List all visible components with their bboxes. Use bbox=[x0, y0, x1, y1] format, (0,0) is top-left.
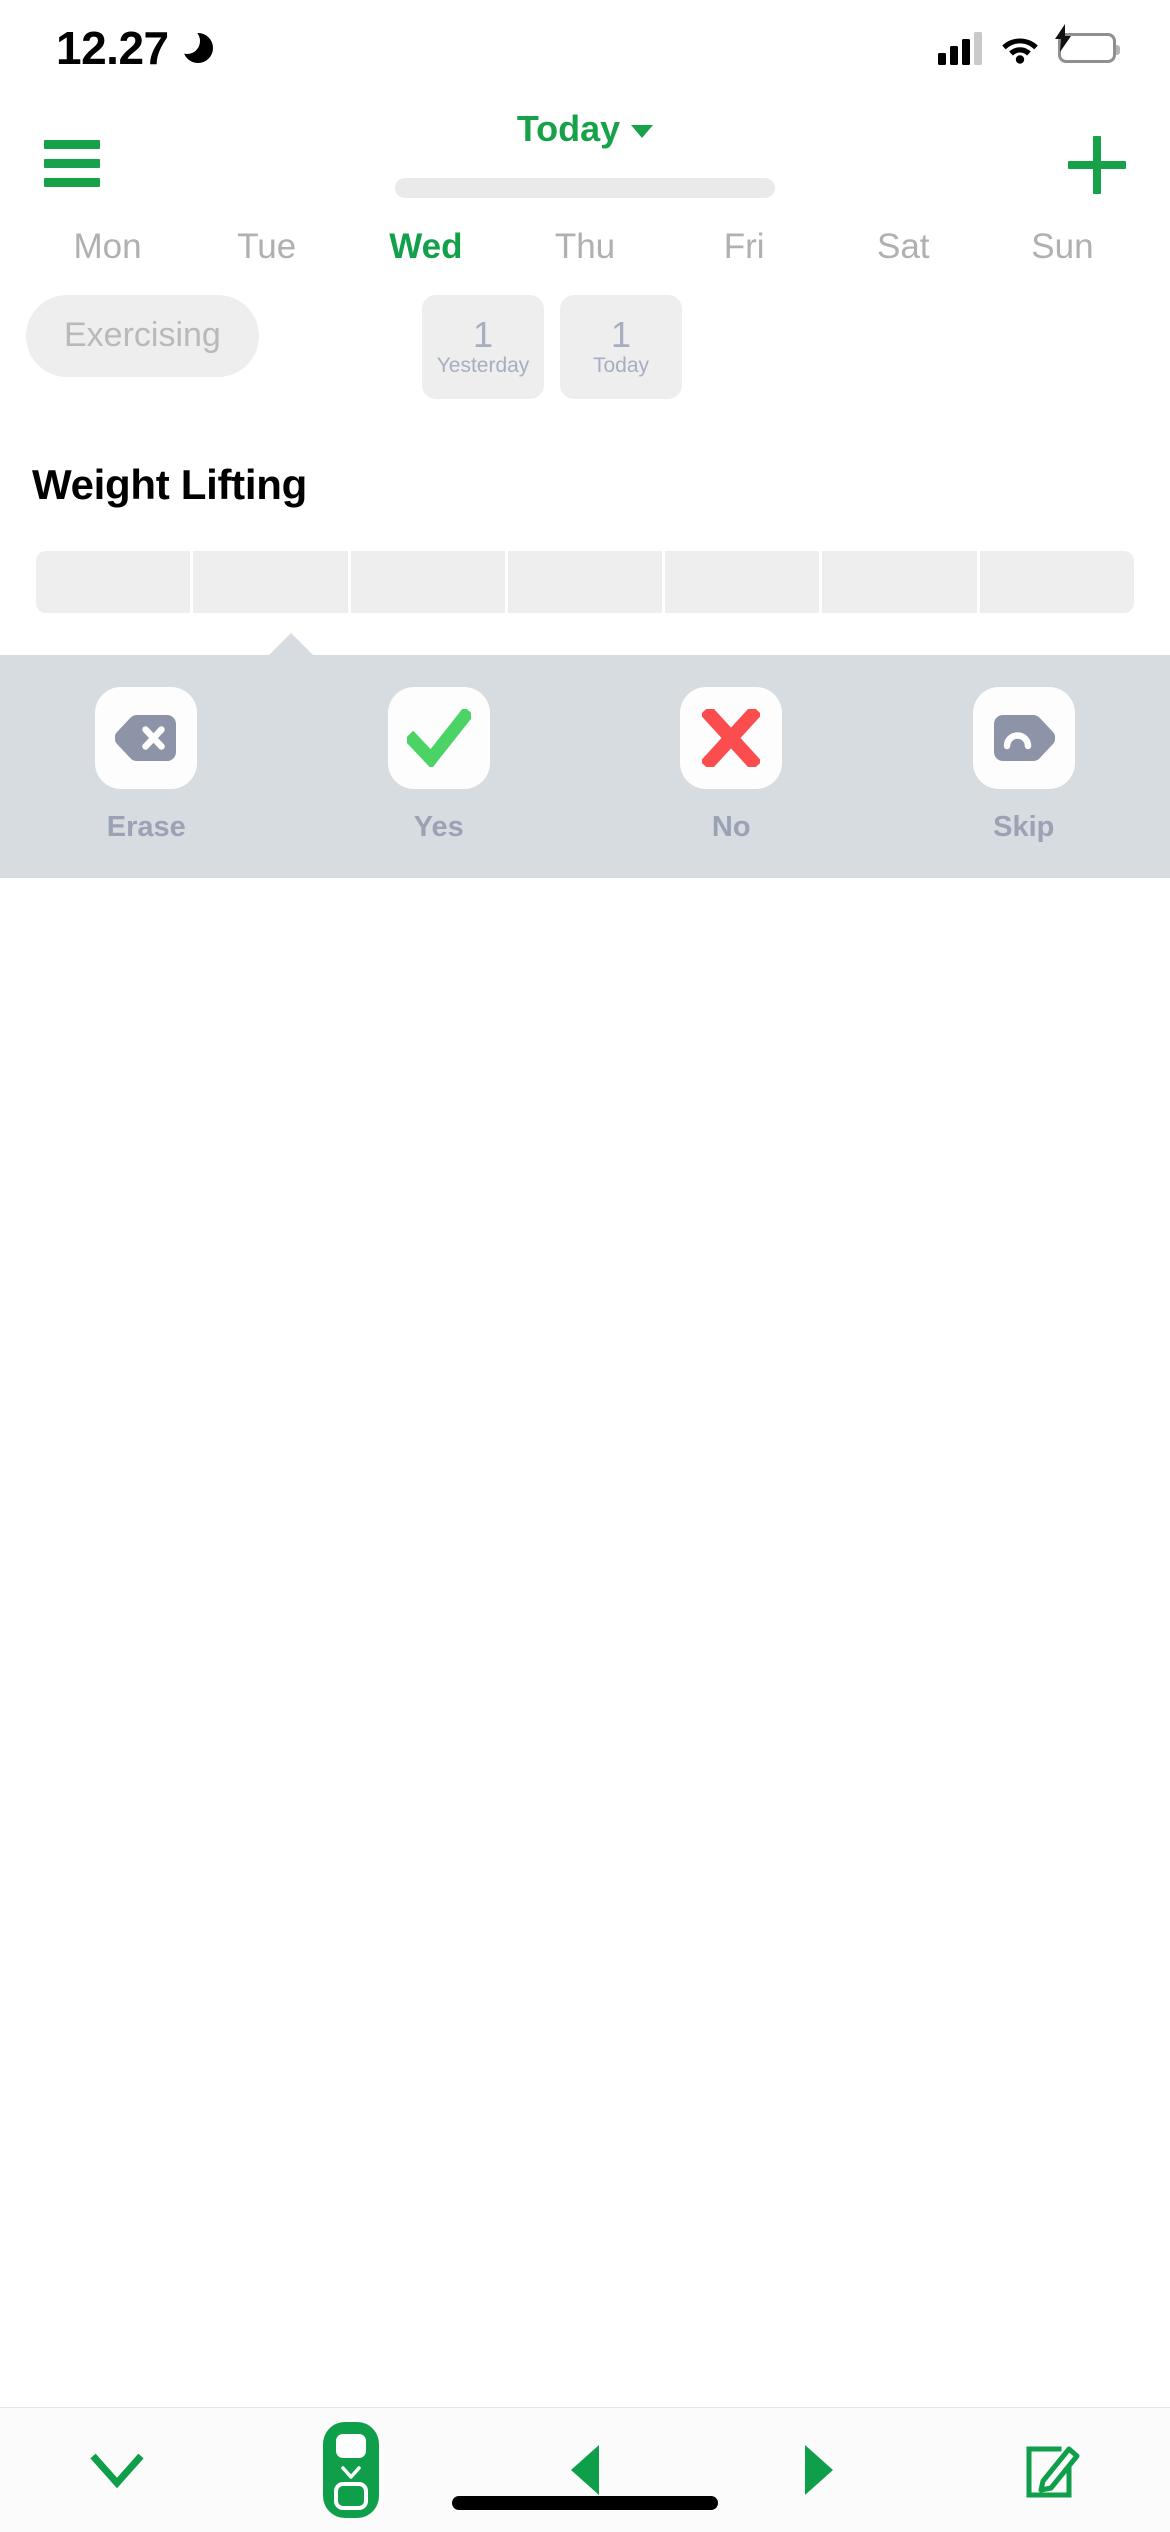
action-skip[interactable]: Skip bbox=[878, 686, 1170, 844]
habit-cell-tue[interactable] bbox=[193, 550, 348, 613]
nav-title-label: Today bbox=[516, 108, 621, 149]
navigation-bar: Today bbox=[0, 96, 1170, 218]
previous-button[interactable] bbox=[468, 2442, 702, 2498]
habit-cell-sat[interactable] bbox=[822, 550, 977, 613]
week-day-fri[interactable]: Fri bbox=[665, 227, 824, 267]
habit-cell-mon[interactable] bbox=[36, 550, 191, 613]
status-time: 12.27 bbox=[56, 22, 169, 74]
habit-cell-fri[interactable] bbox=[665, 550, 820, 613]
home-indicator bbox=[452, 2496, 718, 2510]
reorder-move-icon bbox=[323, 2422, 379, 2518]
no-button[interactable] bbox=[680, 686, 783, 789]
stat-value-today: 1 bbox=[610, 314, 632, 355]
edit-compose-icon bbox=[1026, 2446, 1080, 2498]
edit-button[interactable] bbox=[936, 2439, 1170, 2501]
skip-button[interactable] bbox=[972, 686, 1075, 789]
week-scrubber-handle[interactable] bbox=[395, 178, 775, 198]
week-day-strip: Mon Tue Wed Thu Fri Sat Sun bbox=[0, 218, 1170, 267]
action-no[interactable]: No bbox=[585, 686, 878, 844]
week-day-sat[interactable]: Sat bbox=[824, 227, 983, 267]
popover-arrow bbox=[269, 632, 313, 655]
action-popover-wrapper: Erase Yes No Skip bbox=[0, 632, 1170, 878]
date-scope-selector[interactable]: Today bbox=[0, 108, 1170, 150]
wifi-icon bbox=[999, 32, 1041, 64]
habit-title: Weight Lifting bbox=[32, 460, 307, 508]
collapse-chevron-down-icon bbox=[90, 2453, 144, 2488]
status-bar-right bbox=[938, 24, 1120, 65]
week-day-mon[interactable]: Mon bbox=[28, 227, 187, 267]
status-bar-left: 12.27 bbox=[56, 25, 213, 71]
erase-button[interactable] bbox=[95, 686, 198, 789]
habit-cell-sun[interactable] bbox=[979, 550, 1134, 613]
week-day-sun[interactable]: Sun bbox=[983, 227, 1142, 267]
tag-filter-chip-exercising[interactable]: Exercising bbox=[26, 294, 259, 377]
cross-x-icon bbox=[702, 708, 761, 767]
collapse-all-button[interactable] bbox=[0, 2452, 234, 2488]
week-day-thu[interactable]: Thu bbox=[505, 227, 664, 267]
add-habit-button[interactable] bbox=[1068, 136, 1126, 194]
week-day-tue[interactable]: Tue bbox=[187, 227, 346, 267]
action-popover: Erase Yes No Skip bbox=[0, 654, 1170, 878]
stat-label-yesterday: Yesterday bbox=[436, 354, 530, 377]
moon-icon bbox=[173, 28, 213, 64]
stat-card-yesterday[interactable]: 1 Yesterday bbox=[422, 294, 544, 399]
status-bar: 12.27 bbox=[0, 0, 1170, 96]
habit-tracking-grid bbox=[36, 550, 1134, 613]
next-button[interactable] bbox=[702, 2442, 936, 2498]
stat-card-today[interactable]: 1 Today bbox=[560, 294, 682, 399]
habit-cell-wed[interactable] bbox=[350, 550, 505, 613]
reorder-button[interactable] bbox=[234, 2420, 468, 2520]
erase-label: Erase bbox=[106, 810, 186, 843]
cellular-signal-icon bbox=[938, 31, 982, 65]
week-day-wed[interactable]: Wed bbox=[346, 227, 505, 267]
action-yes[interactable]: Yes bbox=[293, 686, 586, 844]
empty-content-area bbox=[0, 877, 1170, 2228]
previous-triangle-left-icon bbox=[571, 2445, 599, 2495]
no-label: No bbox=[711, 810, 751, 843]
checkmark-icon bbox=[406, 708, 471, 767]
stat-value-yesterday: 1 bbox=[472, 314, 494, 355]
next-triangle-right-icon bbox=[805, 2445, 833, 2495]
filters-and-stats-row: Exercising 1 Yesterday 1 Today bbox=[0, 294, 1170, 427]
battery-charging-icon bbox=[1055, 24, 1120, 63]
yes-button[interactable] bbox=[387, 686, 490, 789]
habit-cell-thu[interactable] bbox=[507, 550, 663, 613]
yes-label: Yes bbox=[413, 810, 464, 843]
backspace-delete-icon bbox=[115, 714, 177, 761]
skip-tag-icon bbox=[993, 714, 1055, 761]
skip-label: Skip bbox=[993, 810, 1055, 843]
action-erase[interactable]: Erase bbox=[0, 686, 293, 844]
bottom-toolbar bbox=[0, 2407, 1170, 2532]
chevron-down-icon bbox=[631, 125, 654, 138]
stat-label-today: Today bbox=[592, 354, 650, 377]
